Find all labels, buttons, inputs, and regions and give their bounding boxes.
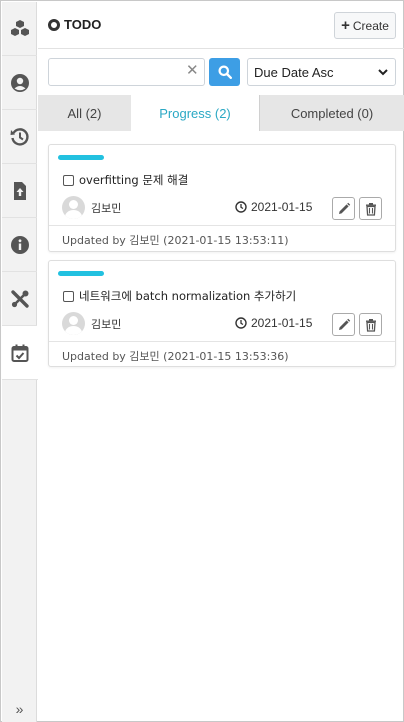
pencil-icon xyxy=(338,318,350,330)
search-input[interactable] xyxy=(48,58,205,86)
assignee-group: 김보민 xyxy=(62,312,121,335)
avatar xyxy=(62,312,85,335)
assignee-name: 김보민 xyxy=(91,201,122,215)
page-header: TODO + Create xyxy=(38,2,404,49)
todo-checkbox[interactable] xyxy=(63,290,74,302)
sidebar-item-upload[interactable] xyxy=(2,164,37,218)
sort-select[interactable]: Due Date Asc xyxy=(247,58,396,86)
updated-info: Updated by 김보민 (2021-01-15 13:53:11) xyxy=(62,234,289,247)
search-icon xyxy=(218,65,232,79)
create-button-label: Create xyxy=(352,18,389,33)
delete-button[interactable] xyxy=(359,197,382,220)
tools-icon xyxy=(10,289,29,308)
title-group: TODO xyxy=(48,17,101,32)
sidebar-item-history[interactable] xyxy=(2,110,37,164)
assignee-group: 김보민 xyxy=(62,196,121,219)
clock-icon xyxy=(235,317,247,329)
due-date: 2021-01-15 xyxy=(235,316,312,330)
due-date: 2021-01-15 xyxy=(235,200,312,214)
tab-all[interactable]: All (2) xyxy=(38,95,131,131)
plus-icon: + xyxy=(341,17,350,34)
sidebar-collapse-button[interactable]: » xyxy=(2,696,37,722)
sidebar-item-user[interactable] xyxy=(2,56,37,110)
sidebar-item-todo[interactable] xyxy=(2,326,38,380)
search-button[interactable] xyxy=(209,58,240,86)
todo-checkbox[interactable] xyxy=(63,174,74,186)
todo-checkbox-row[interactable]: 네트워크에 batch normalization 추가하기 xyxy=(63,288,296,304)
todo-title: 네트워크에 batch normalization 추가하기 xyxy=(79,289,297,303)
tab-progress[interactable]: Progress (2) xyxy=(131,95,259,131)
todo-title: overfitting 문제 해결 xyxy=(79,173,189,187)
clock-icon xyxy=(235,201,247,213)
assignee-name: 김보민 xyxy=(91,317,122,331)
calendar-check-icon xyxy=(11,344,29,362)
history-icon xyxy=(10,127,29,146)
sidebar: » xyxy=(2,2,38,722)
due-date-value: 2021-01-15 xyxy=(251,316,313,330)
card-divider xyxy=(49,225,395,226)
todo-card: 네트워크에 batch normalization 추가하기 김보민 2021-… xyxy=(48,260,396,367)
updated-info: Updated by 김보민 (2021-01-15 13:53:36) xyxy=(62,350,289,363)
edit-button[interactable] xyxy=(332,313,355,336)
todo-checkbox-row[interactable]: overfitting 문제 해결 xyxy=(63,172,188,188)
edit-button[interactable] xyxy=(332,197,355,220)
trash-icon xyxy=(365,202,376,216)
status-bar xyxy=(58,271,104,276)
tab-completed[interactable]: Completed (0) xyxy=(259,95,404,131)
app-window: » TODO + Create ✕ Due Date Asc All (2) P… xyxy=(0,0,404,722)
sidebar-item-cubes[interactable] xyxy=(2,2,37,56)
file-upload-icon xyxy=(13,181,26,200)
avatar xyxy=(62,196,85,219)
clear-search-icon[interactable]: ✕ xyxy=(186,63,199,78)
sort-select-value: Due Date Asc xyxy=(254,64,334,80)
pencil-icon xyxy=(338,202,350,214)
chevron-down-icon xyxy=(378,69,388,76)
delete-button[interactable] xyxy=(359,313,382,336)
trash-icon xyxy=(365,318,376,332)
sidebar-item-tools[interactable] xyxy=(2,272,37,326)
user-circle-icon xyxy=(10,73,29,92)
status-bar xyxy=(58,155,104,160)
info-icon xyxy=(10,235,29,254)
card-divider xyxy=(49,341,395,342)
cubes-icon xyxy=(10,19,29,36)
page-title: TODO xyxy=(64,17,102,32)
sidebar-item-info[interactable] xyxy=(2,218,37,272)
circle-icon xyxy=(48,18,60,31)
due-date-value: 2021-01-15 xyxy=(251,200,313,214)
todo-card: overfitting 문제 해결 김보민 2021-01-15 Updated… xyxy=(48,144,396,252)
create-button[interactable]: + Create xyxy=(334,12,396,39)
